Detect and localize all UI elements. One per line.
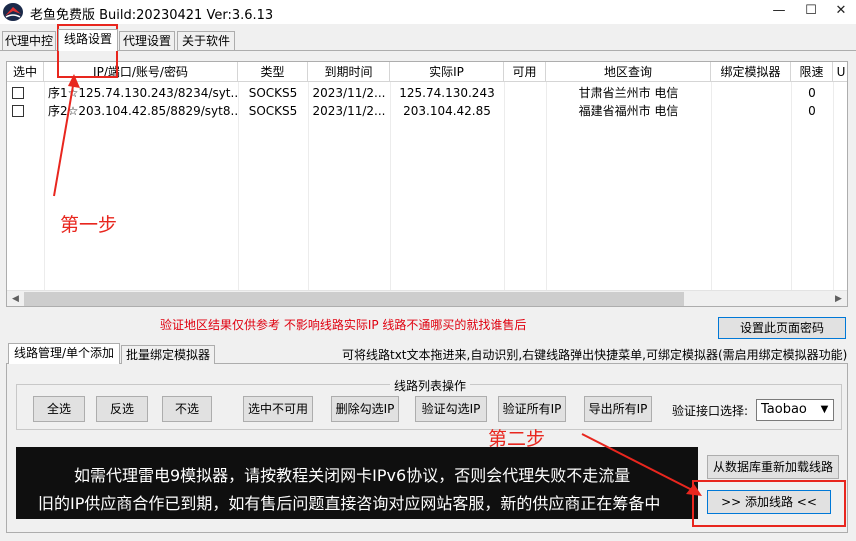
- col-type[interactable]: 类型: [238, 62, 308, 82]
- row-type: SOCKS5: [248, 104, 298, 118]
- row-real-ip: 203.104.42.85: [403, 104, 491, 118]
- list-ops-title: 线路列表操作: [390, 377, 471, 394]
- table-row[interactable]: 序2☆203.104.42.85/8829/syt8... SOCKS5 202…: [7, 102, 847, 120]
- select-all-button[interactable]: 全选: [33, 396, 85, 422]
- col-select[interactable]: 选中: [7, 62, 44, 82]
- col-available[interactable]: 可用: [504, 62, 546, 82]
- verify-api-label: 验证接口选择:: [672, 404, 749, 418]
- annotation-step2: 第二步: [488, 428, 546, 450]
- row-emulator: [711, 84, 791, 102]
- row-expire: 2023/11/2...: [312, 104, 386, 118]
- tab-line-management[interactable]: 线路管理/单个添加: [8, 343, 120, 364]
- scroll-right-icon[interactable]: ▶: [830, 291, 847, 306]
- grid-line: [238, 82, 239, 290]
- grid-line: [791, 82, 792, 290]
- table-header: 选中 IP/端口/账号/密码 类型 到期时间 实际IP 可用 地区查询 绑定模拟…: [7, 62, 847, 82]
- select-unavailable-button[interactable]: 选中不可用: [243, 396, 313, 422]
- region-notice: 验证地区结果仅供参考 不影响线路实际IP 线路不通哪买的就找谁售后: [160, 318, 527, 332]
- table-row[interactable]: 序1☆125.74.130.243/8234/syt... SOCKS5 202…: [7, 84, 847, 102]
- banner-line1: 如需代理雷电9模拟器，请按教程关闭网卡IPv6协议，否则会代理失败不走流量: [74, 466, 631, 485]
- verify-all-button[interactable]: 验证所有IP: [498, 396, 566, 422]
- row-speed: 0: [808, 86, 816, 100]
- reload-from-db-button[interactable]: 从数据库重新加载线路: [707, 455, 839, 479]
- row-type: SOCKS5: [248, 86, 298, 100]
- drag-drop-hint: 可将线路txt文本拖进来,自动识别,右键线路弹出快捷菜单,可绑定模拟器(需启用绑…: [342, 348, 848, 362]
- tab-about[interactable]: 关于软件: [177, 31, 235, 51]
- col-region[interactable]: 地区查询: [546, 62, 711, 82]
- grid-line: [504, 82, 505, 290]
- tab-proxy-settings[interactable]: 代理设置: [119, 31, 175, 51]
- row-available: [504, 102, 546, 120]
- line-table[interactable]: 选中 IP/端口/账号/密码 类型 到期时间 实际IP 可用 地区查询 绑定模拟…: [6, 61, 848, 307]
- close-button[interactable]: ✕: [826, 0, 856, 24]
- tab-batch-bind[interactable]: 批量绑定模拟器: [121, 345, 215, 364]
- tab-line-settings[interactable]: 线路设置: [58, 29, 118, 51]
- grid-line: [390, 82, 391, 290]
- window-title: 老鱼免费版 Build:20230421 Ver:3.6.13: [30, 8, 274, 23]
- set-password-button[interactable]: 设置此页面密码: [718, 317, 846, 339]
- col-expire[interactable]: 到期时间: [308, 62, 390, 82]
- maximize-button[interactable]: ☐: [796, 0, 826, 24]
- row-region: 甘肃省兰州市 电信: [578, 86, 679, 100]
- row-checkbox[interactable]: [12, 105, 24, 117]
- grid-line: [546, 82, 547, 290]
- row-speed: 0: [808, 104, 816, 118]
- row-emulator: [711, 102, 791, 120]
- verify-api-select[interactable]: Taobao ▼: [756, 399, 834, 421]
- annotation-arrow-step1: [53, 74, 80, 197]
- row-real-ip: 125.74.130.243: [399, 86, 495, 100]
- col-extra[interactable]: U: [833, 62, 847, 82]
- banner-line2: 旧的IP供应商合作已到期，如有售后问题直接咨询对应网站客服，新的供应商正在筹备中: [38, 494, 661, 513]
- verify-api-value: Taobao: [761, 402, 807, 417]
- annotation-arrow-step2: [581, 433, 702, 496]
- app-logo-icon: [2, 2, 24, 22]
- grid-line: [833, 82, 834, 290]
- tab-proxy-control[interactable]: 代理中控: [2, 31, 56, 51]
- col-speed[interactable]: 限速: [791, 62, 833, 82]
- row-checkbox[interactable]: [12, 87, 24, 99]
- grid-line: [308, 82, 309, 290]
- select-none-button[interactable]: 不选: [162, 396, 212, 422]
- row-region: 福建省福州市 电信: [578, 104, 679, 118]
- tab-strip-divider: [0, 50, 856, 51]
- invert-selection-button[interactable]: 反选: [96, 396, 148, 422]
- chevron-down-icon[interactable]: ▼: [816, 400, 833, 420]
- col-emulator[interactable]: 绑定模拟器: [711, 62, 791, 82]
- scroll-left-icon[interactable]: ◀: [7, 291, 24, 306]
- scroll-thumb[interactable]: [24, 292, 684, 306]
- annotation-box-step2: [692, 480, 846, 527]
- grid-line: [711, 82, 712, 290]
- export-all-button[interactable]: 导出所有IP: [584, 396, 652, 422]
- verify-checked-button[interactable]: 验证勾选IP: [415, 396, 487, 422]
- horizontal-scrollbar[interactable]: ◀ ▶: [7, 290, 847, 306]
- row-available: [504, 84, 546, 102]
- row-expire: 2023/11/2...: [312, 86, 386, 100]
- title-bar: 老鱼免费版 Build:20230421 Ver:3.6.13 — ☐ ✕: [0, 0, 856, 24]
- delete-checked-button[interactable]: 删除勾选IP: [331, 396, 399, 422]
- annotation-step1: 第一步: [60, 214, 118, 236]
- col-real-ip[interactable]: 实际IP: [390, 62, 504, 82]
- minimize-button[interactable]: —: [764, 0, 794, 24]
